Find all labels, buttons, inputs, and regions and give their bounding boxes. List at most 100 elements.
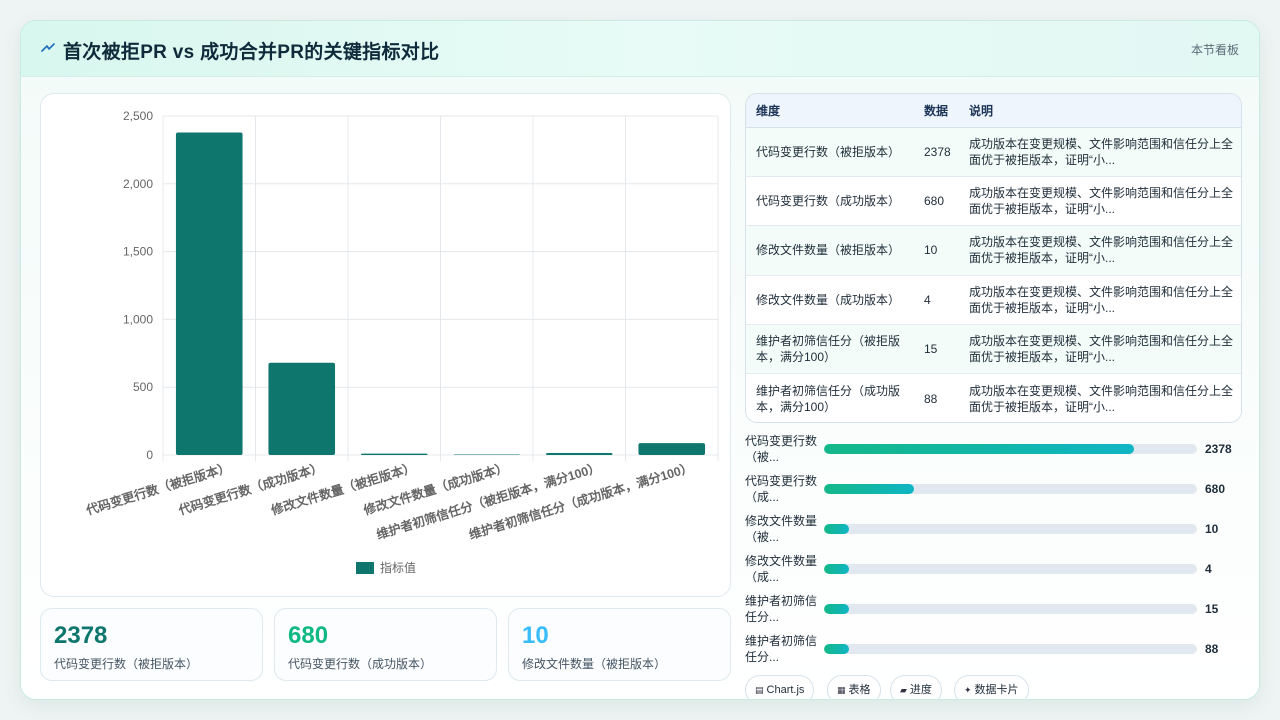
tag-label: 进度: [909, 684, 932, 696]
cell-description: 成功版本在变更规模、文件影响范围和信任分上全面优于被拒版本，证明“小...: [959, 275, 1241, 326]
cell-value: 15: [914, 324, 959, 375]
y-tick-label: 1,500: [123, 245, 153, 259]
stat-card: 10 修改文件数量（被拒版本）: [508, 608, 731, 681]
table-row: 代码变更行数（被拒版本） 2378 成功版本在变更规模、文件影响范围和信任分上全…: [746, 127, 1241, 177]
data-table-card: 维度 数据 说明 代码变更行数（被拒版本） 2378 成功版本在变更规模、文件影…: [745, 93, 1242, 423]
y-tick-label: 2,000: [123, 177, 153, 191]
tag-label: Chart.js: [766, 684, 805, 696]
progress-track: [824, 484, 1197, 494]
progress-value: 2378: [1205, 442, 1232, 456]
tag-table[interactable]: ▦ 表格: [827, 675, 881, 699]
cell-dimension: 代码变更行数（被拒版本）: [746, 127, 914, 177]
progress-track: [824, 644, 1197, 654]
progress-label: 修改文件数量（成...: [745, 554, 818, 584]
progress-row: 修改文件数量（被... 10: [745, 513, 1242, 553]
progress-label: 修改文件数量（被...: [745, 514, 818, 544]
legend-swatch: [356, 562, 374, 574]
progress-value: 15: [1205, 602, 1219, 616]
progress-fill: [824, 524, 849, 534]
cell-description: 成功版本在变更规模、文件影响范围和信任分上全面优于被拒版本，证明“小...: [959, 176, 1241, 227]
progress-track: [824, 524, 1197, 534]
progress-row: 代码变更行数（被... 2378: [745, 433, 1242, 473]
y-tick-label: 2,500: [123, 109, 153, 123]
progress-value: 4: [1205, 562, 1212, 576]
progress-value: 88: [1205, 642, 1219, 656]
sparkle-icon: ✦: [964, 685, 972, 695]
progress-label: 维护者初筛信任分...: [745, 594, 818, 624]
progress-label: 维护者初筛信任分...: [745, 634, 818, 664]
progress-fill: [824, 484, 914, 494]
column-header-value: 数据: [914, 94, 959, 128]
stat-value: 2378: [54, 622, 108, 649]
progress-track: [824, 444, 1197, 454]
progress-fill: [824, 604, 849, 614]
data-table: 维度 数据 说明 代码变更行数（被拒版本） 2378 成功版本在变更规模、文件影…: [746, 94, 1241, 422]
progress-icon: ▰: [900, 685, 907, 695]
cell-value: 680: [914, 176, 959, 227]
page-title: 首次被拒PR vs 成功合并PR的关键指标对比: [63, 42, 440, 63]
table-header-row: 维度 数据 说明: [746, 94, 1241, 128]
bar: [360, 453, 428, 455]
legend-label: 指标值: [380, 560, 416, 575]
dashboard-panel: 首次被拒PR vs 成功合并PR的关键指标对比 本节看板 0 500 1,000 1,…: [20, 20, 1260, 700]
tag-progress[interactable]: ▰ 进度: [890, 675, 942, 699]
tag-label: 表格: [848, 684, 871, 696]
progress-row: 代码变更行数（成... 680: [745, 473, 1242, 513]
y-tick-label: 0: [146, 448, 153, 462]
cell-dimension: 修改文件数量（成功版本）: [746, 275, 914, 326]
progress-fill: [824, 644, 849, 654]
progress-row: 修改文件数量（成... 4: [745, 553, 1242, 593]
section-subtitle: 本节看板: [1190, 43, 1239, 57]
bar: [175, 132, 243, 455]
progress-label: 代码变更行数（成...: [745, 474, 818, 504]
bar: [453, 454, 521, 455]
stat-value: 10: [522, 622, 549, 649]
stat-label: 代码变更行数（成功版本）: [288, 657, 433, 671]
progress-fill: [824, 564, 849, 574]
x-tick-label: 修改文件数量（被拒版本）: [268, 460, 417, 518]
tag-data-cards[interactable]: ✦ 数据卡片: [954, 675, 1029, 699]
table-row: 修改文件数量（成功版本） 4 成功版本在变更规模、文件影响范围和信任分上全面优于…: [746, 275, 1241, 326]
bar: [545, 452, 613, 455]
bolt-icon: [41, 43, 55, 52]
progress-label: 代码变更行数（被...: [745, 434, 818, 464]
bar: [638, 443, 706, 455]
cell-value: 88: [914, 373, 959, 422]
tag-label: 数据卡片: [974, 684, 1019, 696]
progress-value: 680: [1205, 482, 1226, 496]
column-header-dimension: 维度: [746, 94, 914, 128]
table-row: 维护者初筛信任分（成功版本，满分100） 88 成功版本在变更规模、文件影响范围…: [746, 373, 1241, 422]
cell-dimension: 代码变更行数（成功版本）: [746, 176, 914, 227]
table-row: 维护者初筛信任分（被拒版本，满分100） 15 成功版本在变更规模、文件影响范围…: [746, 324, 1241, 375]
cell-value: 2378: [914, 127, 959, 177]
progress-row: 维护者初筛信任分... 88: [745, 633, 1242, 673]
cell-value: 4: [914, 275, 959, 326]
stat-label: 修改文件数量（被拒版本）: [522, 657, 667, 671]
stat-card: 2378 代码变更行数（被拒版本）: [40, 608, 263, 681]
cell-dimension: 维护者初筛信任分（成功版本，满分100）: [746, 373, 914, 422]
progress-value: 10: [1205, 522, 1219, 536]
tag-chartjs[interactable]: ▤ Chart.js: [745, 675, 815, 699]
stat-card: 680 代码变更行数（成功版本）: [274, 608, 497, 681]
chart-icon: ▤: [755, 685, 764, 695]
y-tick-label: 500: [133, 380, 153, 394]
table-row: 代码变更行数（成功版本） 680 成功版本在变更规模、文件影响范围和信任分上全面…: [746, 176, 1241, 227]
column-header-description: 说明: [959, 94, 1241, 128]
cell-description: 成功版本在变更规模、文件影响范围和信任分上全面优于被拒版本，证明“小...: [959, 373, 1241, 422]
stat-label: 代码变更行数（被拒版本）: [54, 657, 199, 671]
stat-value: 680: [288, 622, 329, 649]
table-row: 修改文件数量（被拒版本） 10 成功版本在变更规模、文件影响范围和信任分上全面优…: [746, 225, 1241, 276]
cell-description: 成功版本在变更规模、文件影响范围和信任分上全面优于被拒版本，证明“小...: [959, 324, 1241, 375]
x-tick-label: 代码变更行数（成功版本）: [176, 460, 325, 518]
cell-description: 成功版本在变更规模、文件影响范围和信任分上全面优于被拒版本，证明“小...: [959, 127, 1241, 177]
progress-track: [824, 564, 1197, 574]
progress-fill: [824, 444, 1134, 454]
x-tick-label: 代码变更行数（被拒版本）: [83, 460, 232, 518]
progress-track: [824, 604, 1197, 614]
cell-dimension: 维护者初筛信任分（被拒版本，满分100）: [746, 324, 914, 375]
bar-chart-card: 0 500 1,000 1,500 2,000 2,500 代码变更行数（被拒版本） 代码变更…: [40, 93, 731, 597]
bar-chart: 0 500 1,000 1,500 2,000 2,500 代码变更行数（被拒版本）代码变更…: [83, 109, 719, 575]
y-tick-label: 1,000: [123, 312, 153, 326]
progress-row: 维护者初筛信任分... 15: [745, 593, 1242, 633]
table-icon: ▦: [837, 685, 846, 695]
